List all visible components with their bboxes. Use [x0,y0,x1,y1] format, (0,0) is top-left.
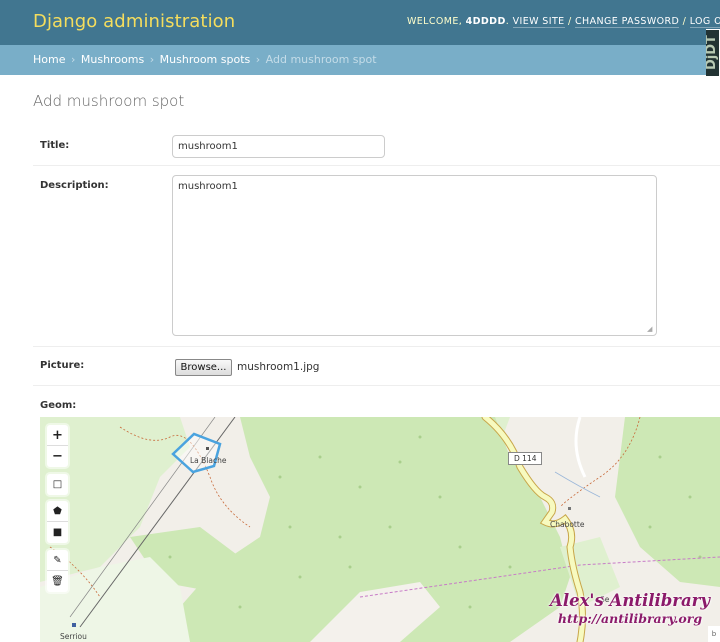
draw-square-icon[interactable]: ■ [47,522,68,543]
delete-feature-icon[interactable]: 🗑 [47,571,68,592]
logout-link[interactable]: LOG O [689,16,720,28]
map-zoom-controls: + − [47,425,68,467]
form-row-picture: Picture: [33,347,720,386]
map-attribution-edge[interactable]: b [708,626,720,642]
breadcrumb: Home › Mushrooms › Mushroom spots › Add … [0,45,720,75]
map-edit-controls: ✎ 🗑 [47,550,68,592]
separator: / [682,16,687,27]
map-box-control: □ [47,474,68,495]
modify-feature-icon[interactable]: ✎ [47,550,68,571]
map-place-la-blache: La Blache [190,456,227,465]
site-brand[interactable]: Django administration [33,11,235,32]
debug-toolbar-handle[interactable]: DjDT [706,29,720,77]
geom-map[interactable]: La Blache D 114 Chabotte Serriou Se + − … [40,417,720,642]
watermark-title: Alex's Antilibrary [550,591,710,610]
zoom-out-button[interactable]: − [47,446,68,467]
browse-button[interactable]: Browse... [175,359,232,376]
description-label: Description: [40,180,109,191]
breadcrumb-separator: › [149,53,155,66]
change-password-link[interactable]: CHANGE PASSWORD [575,16,680,28]
breadcrumb-separator: › [255,53,261,66]
user-tools: WELCOME, 4DDDD. VIEW SITE / CHANGE PASSW… [406,16,720,28]
box-select-icon[interactable]: □ [47,474,68,495]
picture-label: Picture: [40,360,85,371]
draw-polygon-icon[interactable]: ⬟ [47,501,68,522]
map-place-serriou: Serriou [60,632,87,641]
title-input[interactable] [172,135,385,158]
breadcrumb-model[interactable]: Mushroom spots [160,53,251,66]
header: Django administration WELCOME, 4DDDD. VI… [0,0,720,45]
welcome-text: WELCOME, [406,16,463,27]
breadcrumb-home[interactable]: Home [33,53,65,66]
separator: / [567,16,572,27]
description-textarea[interactable]: mushroom1 [172,175,657,336]
resize-grip-icon[interactable]: ◢ [647,326,655,334]
breadcrumb-current: Add mushroom spot [265,53,377,66]
breadcrumb-separator: › [70,53,76,66]
geom-label: Geom: [40,400,77,411]
selected-file-name: mushroom1.jpg [237,361,320,373]
zoom-in-button[interactable]: + [47,425,68,446]
view-site-link[interactable]: VIEW SITE [512,16,565,28]
map-road-label: D 114 [508,452,543,465]
username: 4DDDD [465,16,506,27]
map-place-chabotte: Chabotte [550,520,585,529]
title-label: Title: [40,140,70,151]
watermark: Alex's Antilibrary http://antilibrary.or… [545,591,715,626]
breadcrumb-app[interactable]: Mushrooms [81,53,144,66]
page-title: Add mushroom spot [33,92,185,110]
watermark-url: http://antilibrary.org [557,611,703,626]
map-draw-controls: ⬟ ■ [47,501,68,543]
